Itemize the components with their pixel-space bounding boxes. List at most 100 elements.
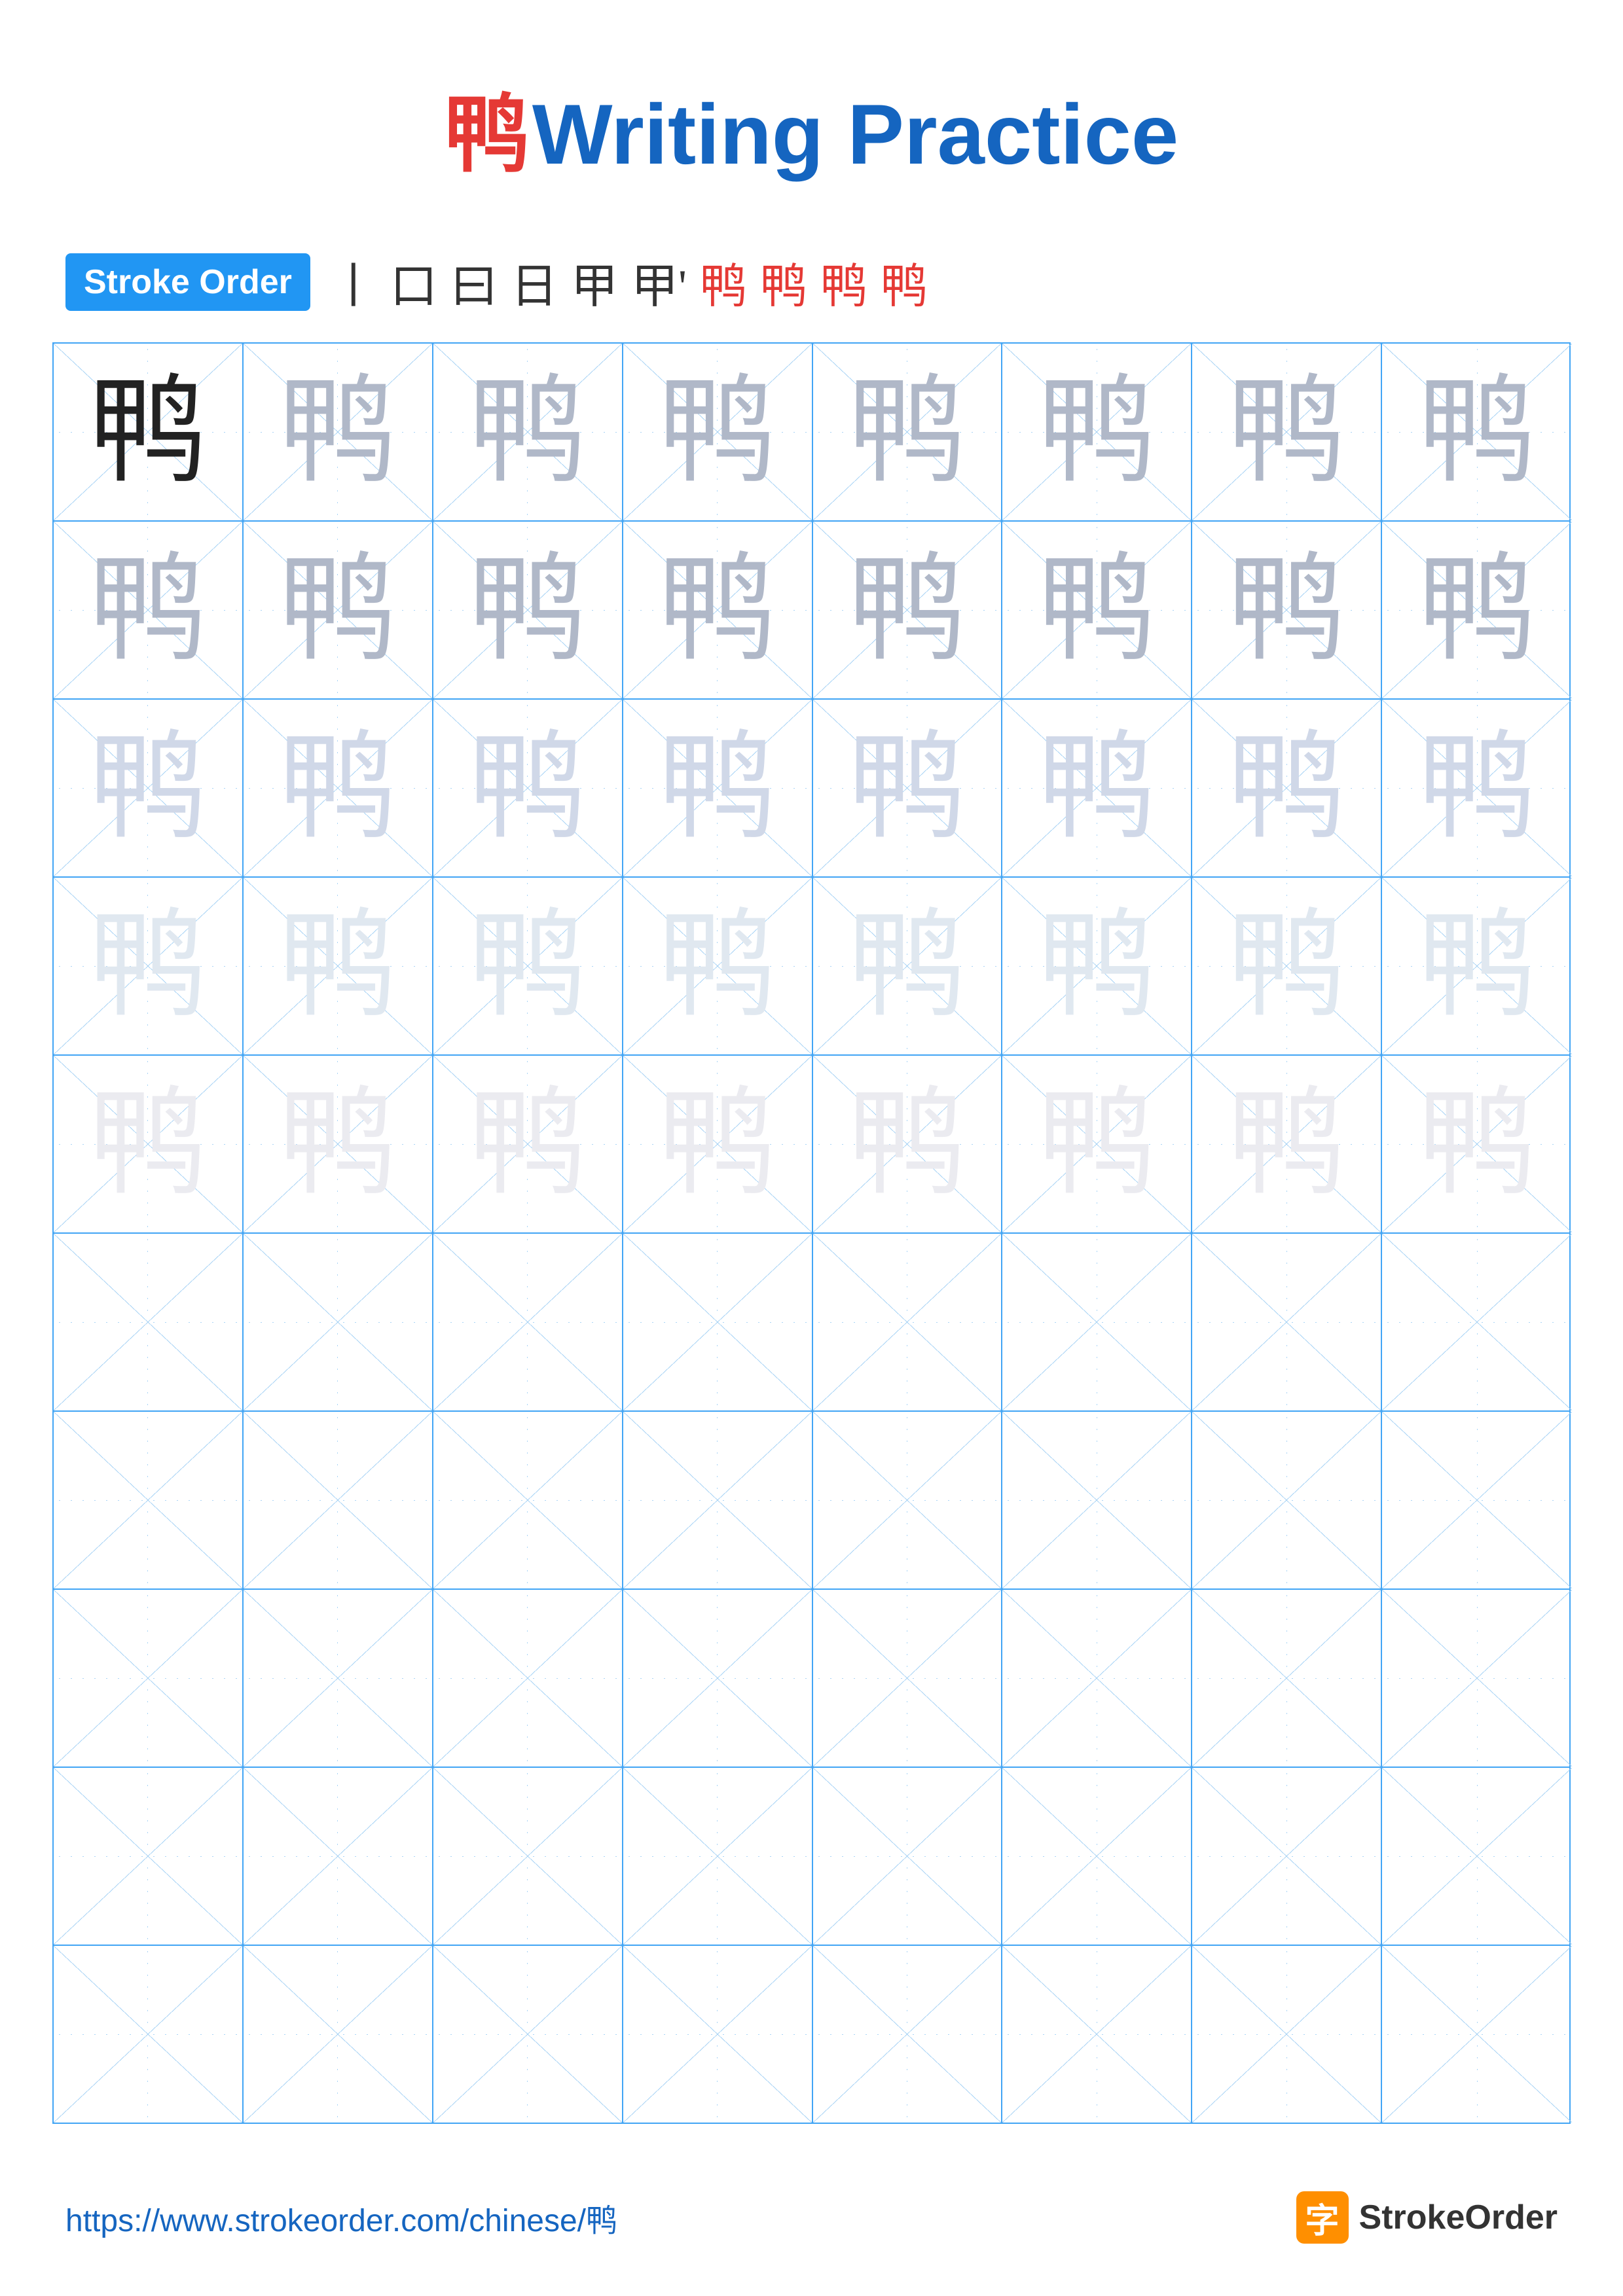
grid-cell: 鸭 [433, 1056, 623, 1232]
grid-cell-empty[interactable] [54, 1412, 244, 1588]
grid-cell-empty[interactable] [54, 1590, 244, 1767]
grid-cell-empty[interactable] [244, 1768, 433, 1945]
grid-cell-empty[interactable] [1002, 1412, 1192, 1588]
grid-cell-empty[interactable] [1192, 1590, 1382, 1767]
practice-char: 鸭 [1418, 551, 1536, 669]
grid-cell-empty[interactable] [433, 1590, 623, 1767]
practice-char: 鸭 [659, 1085, 776, 1203]
practice-char: 鸭 [89, 551, 207, 669]
grid-cell-empty[interactable] [433, 1946, 623, 2123]
grid-cell-empty[interactable] [1192, 1412, 1382, 1588]
grid-cell-empty[interactable] [433, 1412, 623, 1588]
grid-cell: 鸭 [244, 700, 433, 876]
practice-char: 鸭 [1418, 373, 1536, 491]
stroke-order-badge: Stroke Order [65, 253, 310, 311]
grid-cell-empty[interactable] [54, 1946, 244, 2123]
grid-cell-empty[interactable] [244, 1946, 433, 2123]
grid-cell: 鸭 [623, 700, 813, 876]
practice-char: 鸭 [279, 907, 397, 1025]
practice-char: 鸭 [848, 1085, 966, 1203]
practice-char: 鸭 [659, 551, 776, 669]
grid-cell-empty[interactable] [623, 1946, 813, 2123]
grid-row [54, 1590, 1569, 1768]
footer: https://www.strokeorder.com/chinese/鸭 字 … [0, 2191, 1623, 2244]
grid-cell: 鸭 [813, 522, 1003, 698]
grid-cell-empty[interactable] [244, 1412, 433, 1588]
grid-cell-empty[interactable] [1382, 1946, 1572, 2123]
grid-cell-empty[interactable] [54, 1234, 244, 1410]
practice-char: 鸭 [469, 907, 587, 1025]
grid-cell: 鸭 [54, 878, 244, 1054]
grid-cell-empty[interactable] [1382, 1768, 1572, 1945]
practice-char: 鸭 [279, 551, 397, 669]
practice-char: 鸭 [89, 1085, 207, 1203]
grid-cell-empty[interactable] [244, 1590, 433, 1767]
practice-char: 鸭 [659, 373, 776, 491]
practice-char: 鸭 [469, 729, 587, 847]
grid-cell-empty[interactable] [1382, 1234, 1572, 1410]
stroke-order-section: Stroke Order 丨 口 曰 日 甲 甲' 鸭 鸭 鸭 鸭 [0, 228, 1623, 342]
grid-cell: 鸭 [1192, 700, 1382, 876]
grid-cell-empty[interactable] [1192, 1234, 1382, 1410]
grid-cell-empty[interactable] [1002, 1234, 1192, 1410]
grid-cell-empty[interactable] [623, 1768, 813, 1945]
grid-cell: 鸭 [433, 522, 623, 698]
grid-cell-empty[interactable] [1002, 1590, 1192, 1767]
grid-cell-empty[interactable] [813, 1412, 1003, 1588]
grid-cell: 鸭 [1382, 522, 1572, 698]
grid-cell-empty[interactable] [54, 1768, 244, 1945]
grid-row [54, 1768, 1569, 1946]
grid-cell-empty[interactable] [813, 1768, 1003, 1945]
practice-char: 鸭 [89, 907, 207, 1025]
grid-cell: 鸭 [1382, 700, 1572, 876]
grid-cell-empty[interactable] [813, 1590, 1003, 1767]
practice-char: 鸭 [848, 373, 966, 491]
footer-logo-icon: 字 [1296, 2191, 1349, 2244]
grid-cell: 鸭 [1002, 700, 1192, 876]
grid-cell: 鸭 [1002, 522, 1192, 698]
grid-cell-empty[interactable] [813, 1946, 1003, 2123]
grid-cell: 鸭 [623, 878, 813, 1054]
footer-url[interactable]: https://www.strokeorder.com/chinese/鸭 [65, 2195, 617, 2240]
practice-char: 鸭 [1228, 729, 1345, 847]
practice-char: 鸭 [1418, 1085, 1536, 1203]
grid-cell: 鸭 [1192, 878, 1382, 1054]
grid-cell: 鸭 [244, 878, 433, 1054]
grid-cell-empty[interactable] [623, 1590, 813, 1767]
practice-char: 鸭 [1228, 1085, 1345, 1203]
practice-grid: 鸭 鸭 鸭 鸭 鸭 鸭 鸭 鸭 鸭 鸭 鸭 [52, 342, 1571, 2124]
practice-char: 鸭 [1228, 551, 1345, 669]
grid-cell-empty[interactable] [1002, 1946, 1192, 2123]
grid-cell-empty[interactable] [1382, 1590, 1572, 1767]
grid-cell-empty[interactable] [1192, 1768, 1382, 1945]
grid-row: 鸭 鸭 鸭 鸭 鸭 鸭 鸭 鸭 [54, 700, 1569, 878]
grid-cell: 鸭 [1002, 1056, 1192, 1232]
grid-cell: 鸭 [54, 344, 244, 520]
grid-cell-empty[interactable] [433, 1234, 623, 1410]
grid-row [54, 1234, 1569, 1412]
grid-cell: 鸭 [1002, 878, 1192, 1054]
practice-char: 鸭 [469, 1085, 587, 1203]
grid-cell: 鸭 [244, 522, 433, 698]
stroke-order-chars: 丨 口 曰 日 甲 甲' 鸭 鸭 鸭 鸭 [330, 247, 928, 316]
grid-row: 鸭 鸭 鸭 鸭 鸭 鸭 鸭 鸭 [54, 522, 1569, 700]
grid-cell: 鸭 [1002, 344, 1192, 520]
grid-cell-empty[interactable] [433, 1768, 623, 1945]
grid-cell-empty[interactable] [244, 1234, 433, 1410]
practice-char: 鸭 [89, 729, 207, 847]
grid-row: 鸭 鸭 鸭 鸭 鸭 鸭 鸭 鸭 [54, 1056, 1569, 1234]
practice-char: 鸭 [1038, 729, 1156, 847]
grid-cell-empty[interactable] [1002, 1768, 1192, 1945]
title-char: 鸭 [445, 88, 530, 183]
grid-cell: 鸭 [1382, 878, 1572, 1054]
grid-cell-empty[interactable] [623, 1234, 813, 1410]
grid-cell-empty[interactable] [813, 1234, 1003, 1410]
grid-row: 鸭 鸭 鸭 鸭 鸭 鸭 鸭 鸭 [54, 344, 1569, 522]
practice-char: 鸭 [279, 729, 397, 847]
grid-cell-empty[interactable] [1192, 1946, 1382, 2123]
grid-cell-empty[interactable] [1382, 1412, 1572, 1588]
grid-cell-empty[interactable] [623, 1412, 813, 1588]
practice-char: 鸭 [1038, 907, 1156, 1025]
practice-char: 鸭 [279, 1085, 397, 1203]
practice-char: 鸭 [1038, 1085, 1156, 1203]
